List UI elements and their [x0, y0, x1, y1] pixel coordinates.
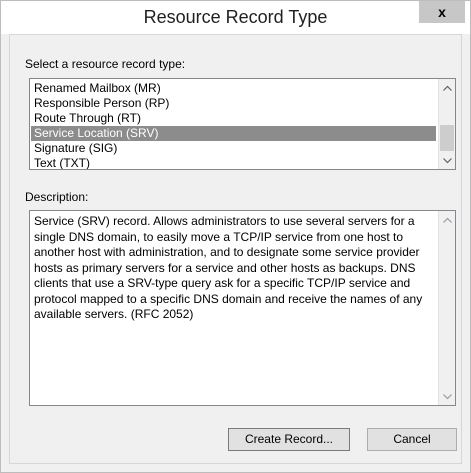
create-record-button[interactable]: Create Record...	[228, 428, 350, 451]
list-item-text[interactable]: Text (TXT)	[31, 156, 436, 169]
list-item-route-through[interactable]: Route Through (RT)	[31, 111, 436, 126]
scroll-thumb[interactable]	[440, 125, 454, 151]
desc-scroll-down-button[interactable]	[439, 388, 455, 405]
description-scrollbar[interactable]	[438, 211, 455, 405]
description-text: Service (SRV) record. Allows administrat…	[34, 214, 423, 321]
title-bar[interactable]: Resource Record Type x	[1, 1, 470, 34]
close-icon: x	[438, 4, 446, 20]
scroll-down-button[interactable]	[439, 152, 455, 169]
desc-scroll-up-button[interactable]	[439, 211, 455, 228]
dialog-title: Resource Record Type	[143, 7, 328, 27]
chevron-up-icon	[442, 217, 452, 223]
list-item-signature[interactable]: Signature (SIG)	[31, 141, 436, 156]
chevron-down-icon	[442, 394, 452, 400]
cancel-button[interactable]: Cancel	[367, 428, 457, 451]
record-list-scrollbar[interactable]	[438, 79, 455, 169]
record-type-label: Select a resource record type:	[25, 57, 186, 71]
list-item-responsible-person[interactable]: Responsible Person (RP)	[31, 96, 436, 111]
list-item-service-location[interactable]: Service Location (SRV)	[31, 126, 436, 141]
chevron-down-icon	[442, 158, 452, 164]
chevron-up-icon	[442, 85, 452, 91]
record-type-listbox[interactable]: Renamed Mailbox (MR) Responsible Person …	[29, 78, 456, 170]
scroll-up-button[interactable]	[439, 79, 455, 96]
close-button[interactable]: x	[419, 1, 465, 23]
description-textbox[interactable]: Service (SRV) record. Allows administrat…	[29, 210, 456, 406]
list-item-renamed-mailbox[interactable]: Renamed Mailbox (MR)	[31, 81, 436, 96]
description-label: Description:	[25, 190, 89, 204]
